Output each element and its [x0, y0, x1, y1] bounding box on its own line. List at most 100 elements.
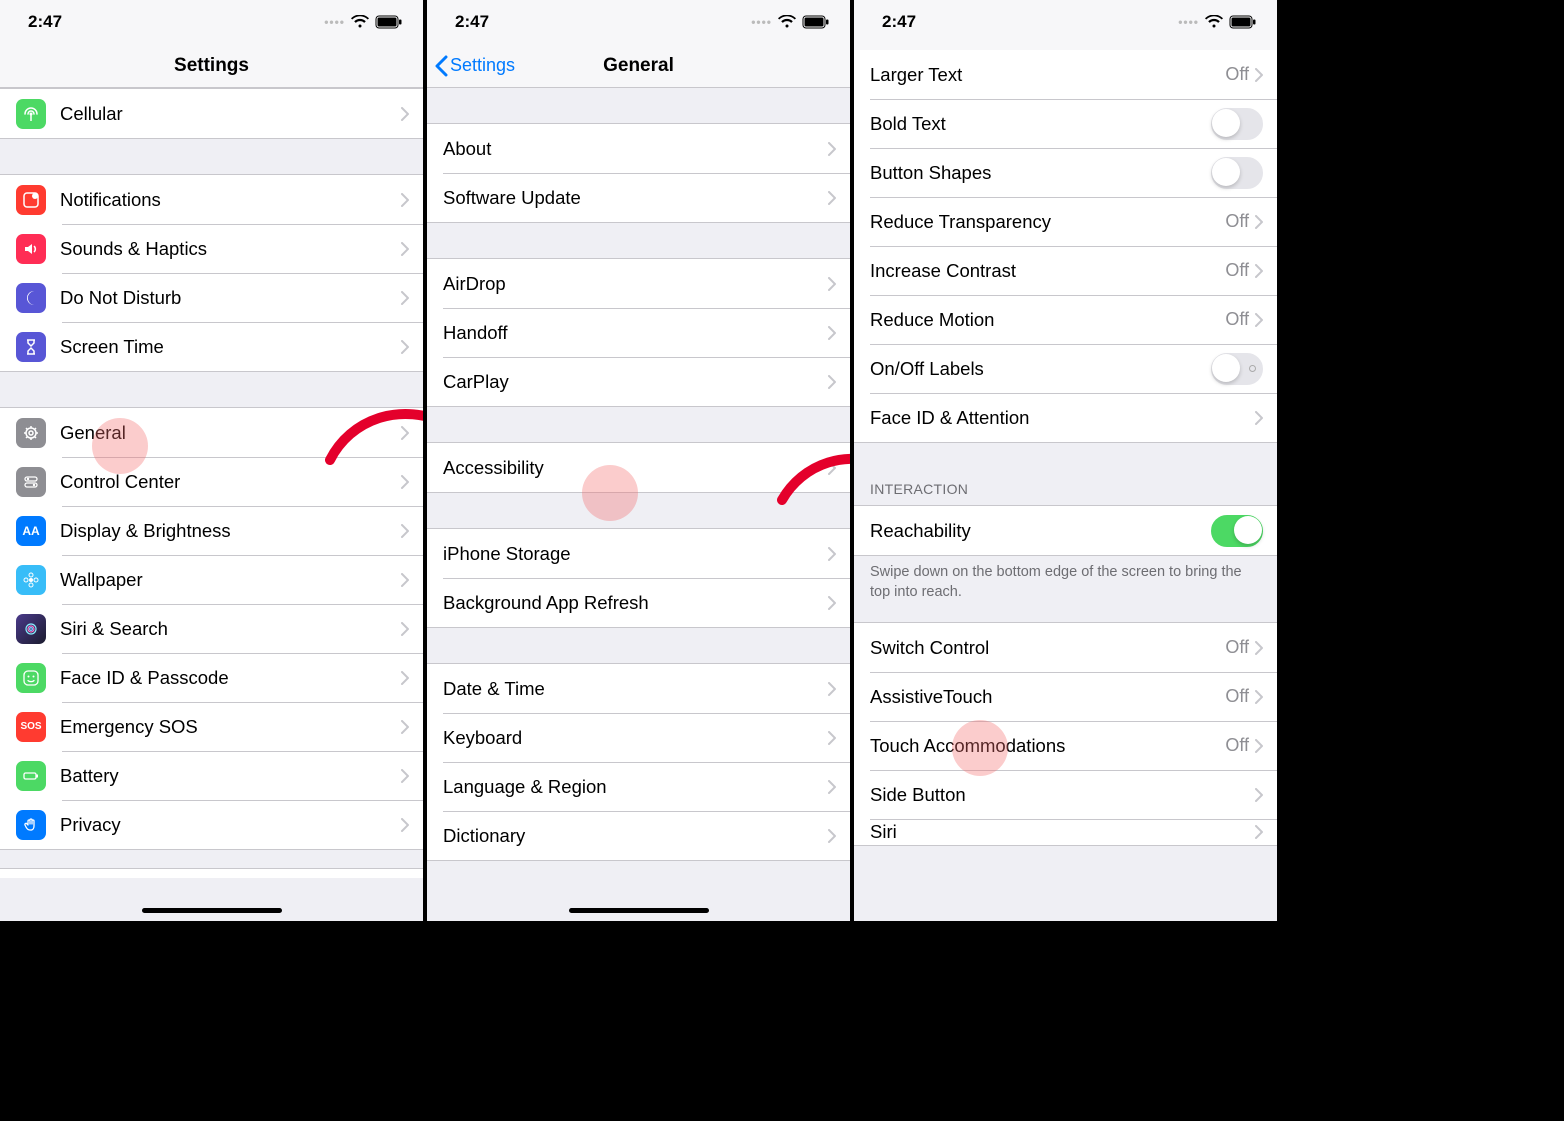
- chevron-left-icon: [435, 55, 448, 77]
- row-onoff-labels[interactable]: On/Off Labels: [854, 344, 1277, 393]
- row-label: Display & Brightness: [60, 520, 401, 542]
- row-label: Increase Contrast: [870, 260, 1225, 282]
- row-button-shapes[interactable]: Button Shapes: [854, 148, 1277, 197]
- row-label: Accessibility: [443, 457, 828, 479]
- row-label: Switch Control: [870, 637, 1225, 659]
- aa-icon: AA: [16, 516, 46, 546]
- chevron-right-icon: [401, 573, 409, 587]
- row-label: Face ID & Attention: [870, 407, 1255, 429]
- row-label: On/Off Labels: [870, 358, 1211, 380]
- navbar: Settings: [0, 44, 423, 88]
- status-bar: 2:47 ••••: [0, 0, 423, 44]
- chevron-right-icon: [828, 829, 836, 843]
- switch-onoff-labels[interactable]: [1211, 353, 1263, 385]
- row-keyboard[interactable]: Keyboard: [427, 713, 850, 762]
- status-time: 2:47: [28, 12, 62, 32]
- chevron-right-icon: [1255, 313, 1263, 327]
- row-control-center[interactable]: Control Center: [0, 457, 423, 506]
- switch-bold-text[interactable]: [1211, 108, 1263, 140]
- moon-icon: [16, 283, 46, 313]
- row-label: AirDrop: [443, 273, 828, 295]
- row-label: Touch Accommodations: [870, 735, 1225, 757]
- switch-button-shapes[interactable]: [1211, 157, 1263, 189]
- row-battery[interactable]: Battery: [0, 751, 423, 800]
- chevron-right-icon: [828, 461, 836, 475]
- row-about[interactable]: About: [427, 124, 850, 173]
- row-label: Siri: [870, 821, 1255, 843]
- row-dnd[interactable]: Do Not Disturb: [0, 273, 423, 322]
- row-side-button[interactable]: Side Button: [854, 770, 1277, 819]
- status-time: 2:47: [882, 12, 916, 32]
- row-date-time[interactable]: Date & Time: [427, 664, 850, 713]
- row-label: Software Update: [443, 187, 828, 209]
- row-siri[interactable]: Siri: [854, 819, 1277, 845]
- row-dictionary[interactable]: Dictionary: [427, 811, 850, 860]
- back-button[interactable]: Settings: [427, 55, 515, 77]
- row-label: Notifications: [60, 189, 401, 211]
- row-reduce-motion[interactable]: Reduce Motion Off: [854, 295, 1277, 344]
- row-accessibility[interactable]: Accessibility: [427, 443, 850, 492]
- switches-icon: [16, 467, 46, 497]
- chevron-right-icon: [1255, 641, 1263, 655]
- wifi-icon: [1205, 15, 1223, 29]
- chevron-right-icon: [401, 242, 409, 256]
- chevron-right-icon: [1255, 411, 1263, 425]
- row-airdrop[interactable]: AirDrop: [427, 259, 850, 308]
- row-cellular[interactable]: Cellular: [0, 89, 423, 138]
- row-reachability[interactable]: Reachability: [854, 506, 1277, 555]
- row-background-refresh[interactable]: Background App Refresh: [427, 578, 850, 627]
- status-bar: 2:47 ••••: [854, 0, 1277, 44]
- row-value: Off: [1225, 64, 1249, 85]
- phone-accessibility: 2:47 •••• General Accessibility Larger T…: [854, 0, 1281, 921]
- row-assistivetouch[interactable]: AssistiveTouch Off: [854, 672, 1277, 721]
- row-touch-accommodations[interactable]: Touch Accommodations Off: [854, 721, 1277, 770]
- row-increase-contrast[interactable]: Increase Contrast Off: [854, 246, 1277, 295]
- chevron-right-icon: [828, 780, 836, 794]
- phone-general: 2:47 •••• Settings General About Softwar…: [427, 0, 854, 921]
- row-larger-text[interactable]: Larger Text Off: [854, 50, 1277, 99]
- page-title: Settings: [0, 55, 423, 77]
- row-general[interactable]: General: [0, 408, 423, 457]
- chevron-right-icon: [1255, 68, 1263, 82]
- status-bar: 2:47 ••••: [427, 0, 850, 44]
- row-display[interactable]: AA Display & Brightness: [0, 506, 423, 555]
- row-label: Siri & Search: [60, 618, 401, 640]
- home-indicator[interactable]: [142, 908, 282, 913]
- row-faceid-attention[interactable]: Face ID & Attention: [854, 393, 1277, 442]
- row-siri[interactable]: Siri & Search: [0, 604, 423, 653]
- row-iphone-storage[interactable]: iPhone Storage: [427, 529, 850, 578]
- home-indicator[interactable]: [569, 908, 709, 913]
- chevron-right-icon: [828, 731, 836, 745]
- row-sounds[interactable]: Sounds & Haptics: [0, 224, 423, 273]
- row-faceid[interactable]: Face ID & Passcode: [0, 653, 423, 702]
- notifications-icon: [16, 185, 46, 215]
- chevron-right-icon: [1255, 690, 1263, 704]
- row-bold-text[interactable]: Bold Text: [854, 99, 1277, 148]
- chevron-right-icon: [828, 277, 836, 291]
- switch-reachability[interactable]: [1211, 515, 1263, 547]
- row-carplay[interactable]: CarPlay: [427, 357, 850, 406]
- row-label: Control Center: [60, 471, 401, 493]
- chevron-right-icon: [1255, 788, 1263, 802]
- row-label: Do Not Disturb: [60, 287, 401, 309]
- battery-icon: [802, 15, 830, 29]
- row-switch-control[interactable]: Switch Control Off: [854, 623, 1277, 672]
- row-value: Off: [1225, 309, 1249, 330]
- chevron-right-icon: [1255, 264, 1263, 278]
- row-privacy[interactable]: Privacy: [0, 800, 423, 849]
- row-label: Handoff: [443, 322, 828, 344]
- row-sos[interactable]: SOS Emergency SOS: [0, 702, 423, 751]
- row-wallpaper[interactable]: Wallpaper: [0, 555, 423, 604]
- gear-icon: [16, 418, 46, 448]
- chevron-right-icon: [401, 193, 409, 207]
- row-reduce-transparency[interactable]: Reduce Transparency Off: [854, 197, 1277, 246]
- row-language-region[interactable]: Language & Region: [427, 762, 850, 811]
- sound-icon: [16, 234, 46, 264]
- row-notifications[interactable]: Notifications: [0, 175, 423, 224]
- cellular-dots-icon: ••••: [324, 15, 345, 29]
- row-handoff[interactable]: Handoff: [427, 308, 850, 357]
- battery-icon: [375, 15, 403, 29]
- row-label: Button Shapes: [870, 162, 1211, 184]
- row-screentime[interactable]: Screen Time: [0, 322, 423, 371]
- row-software-update[interactable]: Software Update: [427, 173, 850, 222]
